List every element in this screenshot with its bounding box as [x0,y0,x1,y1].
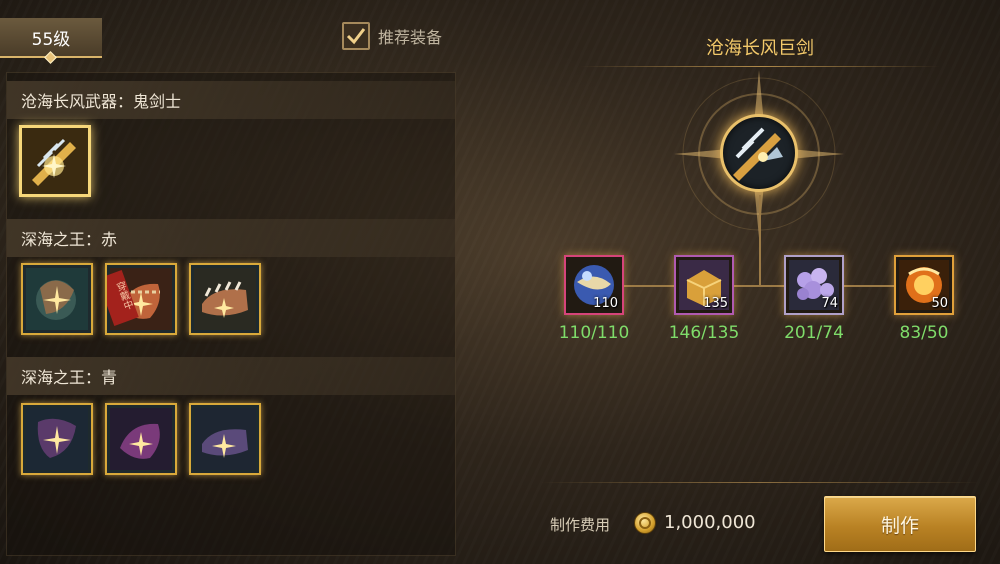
material-slot-3[interactable]: 74 [784,255,844,315]
equipment-list-panel: 沧海长风武器：鬼剑士 深海之王：赤 穿戴中 深海之王：青 [6,72,456,556]
cost-value: 1,000,000 [664,512,756,533]
material-slot-4[interactable]: 50 [894,255,954,315]
section-header-weapon: 沧海长风武器：鬼剑士 [7,81,455,119]
checkmark-icon [346,28,366,45]
section-header-blue: 深海之王：青 [7,357,455,395]
material-count-1: 110/110 [558,323,630,343]
material-count-2: 146/135 [668,323,740,343]
armor-icon [26,268,88,330]
armor-icon [26,408,88,470]
material-qty: 74 [821,296,838,311]
section-title: 沧海长风武器：鬼剑士 [21,92,182,111]
connector-line [600,285,920,287]
gold-coin-icon [634,512,656,534]
checkbox[interactable] [342,22,370,50]
material-slot-2[interactable]: 135 [674,255,734,315]
diamond-marker-icon [44,51,57,64]
recommend-toggle[interactable]: 推荐装备 [342,22,442,50]
bottom-divider [540,482,980,483]
equip-slot-blue-2[interactable] [105,403,177,475]
material-count-4: 83/50 [899,323,949,343]
equip-slot-red-1[interactable] [21,263,93,335]
level-label: 55级 [31,29,71,50]
material-count-3: 201/74 [784,323,844,343]
material-qty: 50 [931,296,948,311]
section-header-red: 深海之王：赤 [7,219,455,257]
connector-line [759,195,761,287]
target-item-name: 沧海长风巨剑 [706,38,814,59]
recommend-label: 推荐装备 [378,28,443,47]
material-slot-1[interactable]: 110 [564,255,624,315]
craft-button-label: 制作 [880,514,919,537]
section-title: 深海之王：赤 [21,230,118,249]
gauntlet-icon [110,408,172,470]
material-qty: 110 [593,296,618,311]
craft-button[interactable]: 制作 [824,496,976,552]
material-qty: 135 [703,296,728,311]
level-tab[interactable]: 55级 [0,18,102,64]
boots-icon [194,408,256,470]
equip-slot-red-2[interactable]: 穿戴中 [105,263,177,335]
cost-label: 制作费用 [550,516,611,534]
equip-slot-weapon[interactable] [19,125,91,197]
target-item-icon[interactable] [720,114,798,192]
title-divider [580,66,940,67]
section-title: 深海之王：青 [21,368,118,387]
equip-slot-blue-1[interactable] [21,403,93,475]
greatsword-icon [733,127,783,181]
equip-slot-red-3[interactable] [189,263,261,335]
sword-icon [24,130,86,192]
equip-slot-blue-3[interactable] [189,403,261,475]
boots-icon [194,268,256,330]
